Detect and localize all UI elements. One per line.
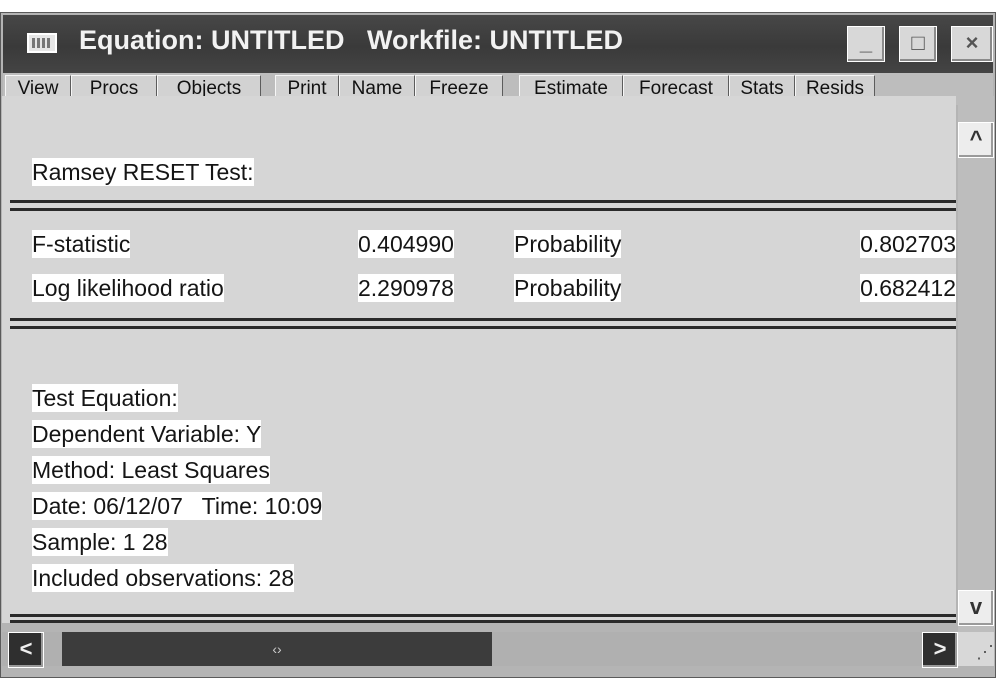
sample: Sample: 1 28 [32, 528, 168, 556]
f-statistic-label: F-statistic [32, 230, 131, 258]
dependent-variable: Dependent Variable: Y [32, 420, 262, 448]
f-statistic-value: 0.404990 [358, 230, 454, 258]
divider-top-2 [10, 208, 956, 211]
output-pane[interactable]: Ramsey RESET Test: F-statistic 0.404990 … [2, 96, 956, 623]
lr-label: Log likelihood ratio [32, 274, 224, 302]
close-button[interactable]: × [951, 26, 993, 62]
divider-mid-2 [10, 326, 956, 329]
lr-prob-label: Probability [514, 274, 622, 302]
eviews-window-icon[interactable] [27, 33, 57, 53]
scroll-up-icon[interactable]: ^ [958, 122, 994, 158]
title-bar[interactable]: Equation: UNTITLED Workfile: UNTITLED _ … [3, 15, 993, 73]
f-statistic-prob-label: Probability [514, 230, 622, 258]
horizontal-scrollbar[interactable]: < ‹› > [2, 632, 958, 668]
scroll-down-icon[interactable]: v [958, 590, 994, 626]
test-heading: Ramsey RESET Test: [32, 158, 254, 186]
size-grip-icon[interactable]: ⋰ [958, 632, 994, 666]
maximize-button[interactable]: □ [899, 26, 937, 62]
minimize-button[interactable]: _ [847, 26, 885, 62]
scroll-thumb[interactable]: ‹› [62, 632, 492, 666]
date-time: Date: 06/12/07 Time: 10:09 [32, 492, 323, 520]
lr-prob: 0.682412 [860, 274, 956, 302]
included-observations: Included observations: 28 [32, 564, 295, 592]
divider-bottom-2 [10, 620, 956, 623]
divider-top [10, 200, 956, 203]
test-equation-label: Test Equation: [32, 384, 178, 412]
lr-value: 2.290978 [358, 274, 454, 302]
method: Method: Least Squares [32, 456, 270, 484]
divider-mid [10, 318, 956, 321]
scroll-right-icon[interactable]: > [922, 632, 958, 668]
window-title: Equation: UNTITLED Workfile: UNTITLED [79, 25, 623, 55]
f-statistic-prob: 0.802703 [860, 230, 956, 258]
scroll-left-icon[interactable]: < [8, 632, 44, 668]
vertical-scrollbar[interactable]: ^ v [958, 96, 994, 632]
divider-bottom [10, 614, 956, 617]
